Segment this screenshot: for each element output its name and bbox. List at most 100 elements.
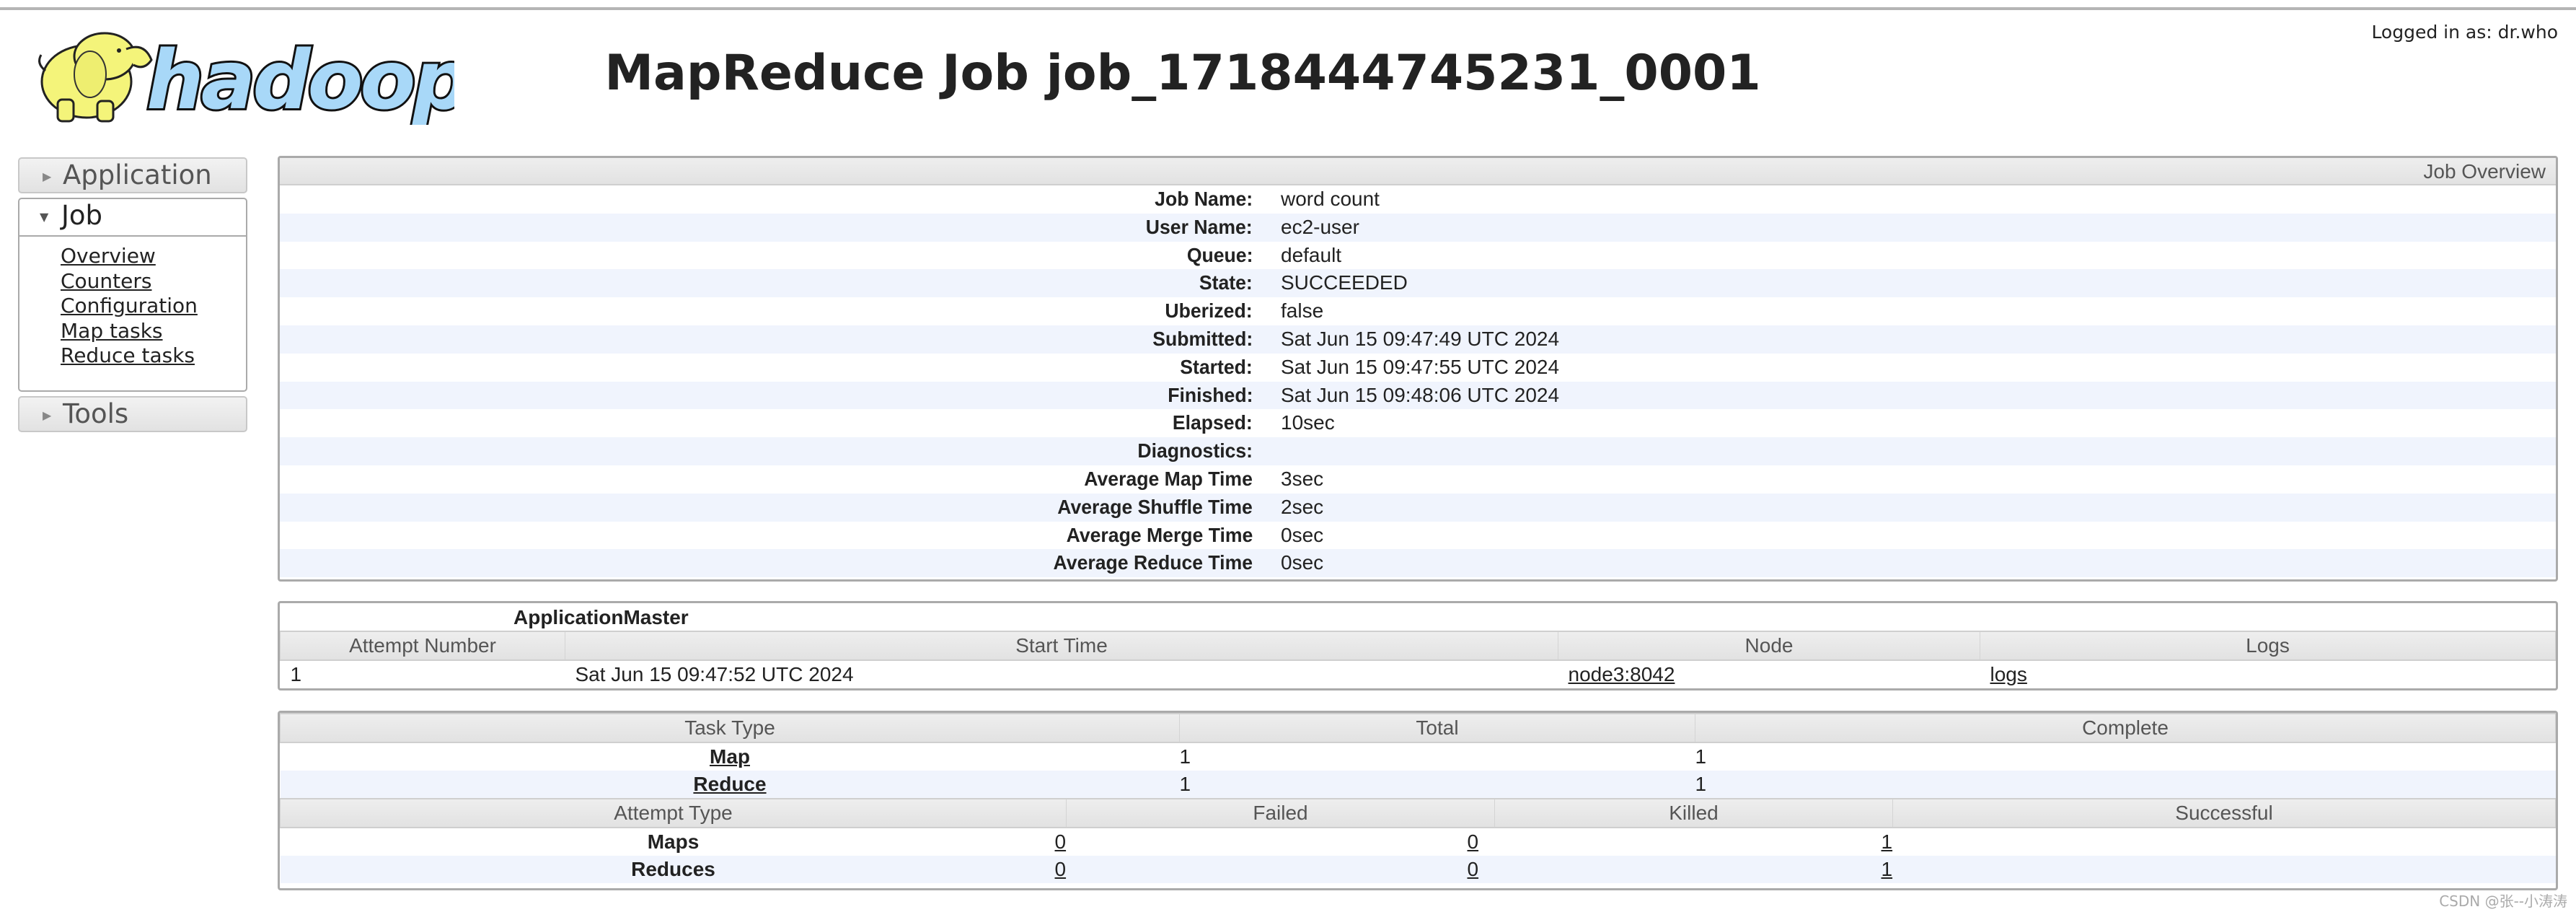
overview-row: Job Name: word count [280, 185, 2556, 214]
logged-in-user: Logged in as: dr.who [2371, 22, 2558, 43]
overview-label: Elapsed: [1173, 411, 1253, 434]
watermark: CSDN @张--小涛涛 [2439, 893, 2567, 910]
overview-label: Average Merge Time [1066, 523, 1253, 546]
overview-label: Uberized: [1165, 299, 1253, 323]
attempt-type-reduces: Reduces [280, 856, 1067, 883]
overview-row: Elapsed: 10sec [280, 409, 2556, 437]
application-master-panel: ApplicationMaster Attempt Number Start T… [278, 601, 2558, 690]
sidebar-section-job-header[interactable]: ▼ Job [19, 199, 246, 237]
overview-label: Average Reduce Time [1053, 551, 1253, 574]
column-header-node[interactable]: Node [1558, 631, 1980, 661]
table-row: 1 Sat Jun 15 09:47:52 UTC 2024 node3:804… [281, 660, 2556, 688]
sidebar-item-configuration[interactable]: Configuration [61, 294, 198, 317]
triangle-right-icon: ▶ [43, 408, 52, 422]
top-border [0, 7, 2576, 10]
sidebar-section-label: Job [61, 200, 103, 231]
column-header-start-time[interactable]: Start Time [565, 631, 1558, 661]
overview-row: Uberized: false [280, 297, 2556, 325]
sidebar-section-application[interactable]: ▶ Application [18, 157, 247, 193]
overview-label: Started: [1180, 355, 1253, 378]
reduce-total: 1 [1179, 773, 1191, 795]
overview-row: Started: Sat Jun 15 09:47:55 UTC 2024 [280, 354, 2556, 382]
overview-value: ec2-user [1281, 215, 1359, 238]
overview-value: 0sec [1281, 523, 1324, 546]
overview-row: Average Shuffle Time 2sec [280, 493, 2556, 522]
sidebar-item-counters[interactable]: Counters [61, 269, 151, 293]
overview-label: Job Name: [1155, 188, 1253, 210]
map-total: 1 [1179, 745, 1191, 768]
column-header-task-type[interactable]: Task Type [280, 713, 1180, 743]
column-header-killed[interactable]: Killed [1494, 798, 1893, 828]
logs-link[interactable]: logs [1990, 663, 2027, 685]
triangle-down-icon: ▼ [40, 210, 49, 224]
overview-value: word count [1281, 188, 1380, 210]
attempt-type-table: Attempt Type Failed Killed Successful Ma… [280, 798, 2556, 883]
column-header-logs[interactable]: Logs [1980, 631, 2556, 661]
column-header-attempt-number[interactable]: Attempt Number [280, 631, 565, 661]
overview-value: false [1281, 299, 1324, 323]
application-master-table: Attempt Number Start Time Node Logs 1 Sa… [280, 631, 2556, 688]
attempt-number: 1 [290, 663, 302, 685]
maps-successful-link[interactable]: 1 [1882, 830, 1893, 853]
triangle-right-icon: ▶ [43, 170, 52, 183]
overview-value: 3sec [1281, 467, 1324, 490]
overview-row: User Name: ec2-user [280, 213, 2556, 242]
map-complete: 1 [1695, 745, 1707, 768]
overview-row: Submitted: Sat Jun 15 09:47:49 UTC 2024 [280, 325, 2556, 354]
column-header-complete[interactable]: Complete [1695, 713, 2556, 743]
attempt-type-maps: Maps [647, 830, 700, 853]
sidebar-item-reduce-tasks[interactable]: Reduce tasks [61, 343, 195, 367]
overview-row: State: SUCCEEDED [280, 269, 2556, 298]
sidebar-section-tools[interactable]: ▶ Tools [18, 395, 247, 432]
overview-label: Average Map Time [1084, 467, 1253, 490]
overview-label: Finished: [1167, 383, 1253, 406]
overview-row: Average Reduce Time 0sec [280, 549, 2556, 578]
job-overview-title: Job Overview [280, 158, 2556, 185]
application-master-caption: ApplicationMaster [280, 603, 2556, 631]
overview-row: Average Map Time 3sec [280, 465, 2556, 494]
reduces-killed-link[interactable]: 0 [1468, 858, 1479, 880]
overview-label: State: [1199, 271, 1253, 294]
table-row: Map 1 1 [281, 742, 2556, 771]
overview-value: Sat Jun 15 09:47:55 UTC 2024 [1281, 355, 1560, 378]
task-summary-panel: Task Type Total Complete Map 1 1 Reduce … [278, 711, 2558, 890]
reduces-successful-link[interactable]: 1 [1882, 858, 1893, 880]
job-overview-panel: Job Overview Job Name: word count User Nam… [278, 156, 2558, 582]
column-header-successful[interactable]: Successful [1892, 798, 2556, 828]
overview-label: Diagnostics: [1137, 439, 1253, 462]
overview-row: Average Merge Time 0sec [280, 522, 2556, 550]
overview-value: Sat Jun 15 09:48:06 UTC 2024 [1281, 383, 1560, 406]
page-title: MapReduce Job job_1718444745231_0001 [604, 45, 1761, 102]
map-tasks-link[interactable]: Map [710, 745, 750, 768]
sidebar-item-overview[interactable]: Overview [61, 244, 156, 268]
sidebar-section-label: Tools [63, 398, 129, 429]
sidebar-section-job: ▼ Job Overview Counters Configuration Ma… [18, 198, 247, 392]
sidebar-section-label: Application [63, 159, 212, 190]
task-type-table: Task Type Total Complete Map 1 1 Reduce … [280, 713, 2556, 798]
table-row: Reduce 1 1 [280, 771, 2556, 798]
attempt-start-time: Sat Jun 15 09:47:52 UTC 2024 [575, 663, 854, 685]
column-header-attempt-type[interactable]: Attempt Type [280, 798, 1067, 828]
sidebar-item-map-tasks[interactable]: Map tasks [61, 319, 163, 343]
overview-label: User Name: [1146, 215, 1253, 238]
node-link[interactable]: node3:8042 [1569, 663, 1675, 685]
overview-label: Average Shuffle Time [1057, 495, 1253, 518]
reduces-failed-link[interactable]: 0 [1055, 858, 1067, 880]
maps-failed-link[interactable]: 0 [1055, 830, 1067, 853]
overview-value: SUCCEEDED [1281, 271, 1408, 294]
reduce-complete: 1 [1695, 773, 1707, 795]
overview-value: Sat Jun 15 09:47:49 UTC 2024 [1281, 327, 1560, 350]
caption-text: ApplicationMaster [513, 606, 689, 628]
column-header-failed[interactable]: Failed [1066, 798, 1495, 828]
overview-label: Queue: [1186, 243, 1253, 266]
overview-value: 10sec [1281, 411, 1335, 434]
overview-row: Queue: default [280, 242, 2556, 270]
table-row: Maps 0 0 1 [281, 828, 2556, 856]
reduce-tasks-link[interactable]: Reduce [693, 773, 766, 795]
column-header-total[interactable]: Total [1179, 713, 1695, 743]
job-overview-rows: Job Name: word count User Name: ec2-user Que… [280, 185, 2556, 578]
overview-value: 2sec [1281, 495, 1324, 518]
table-row: Reduces 0 0 1 [280, 856, 2556, 883]
maps-killed-link[interactable]: 0 [1468, 830, 1479, 853]
sidebar-nav: ▶ Application ▼ Job Overview Counters Co… [18, 157, 247, 437]
